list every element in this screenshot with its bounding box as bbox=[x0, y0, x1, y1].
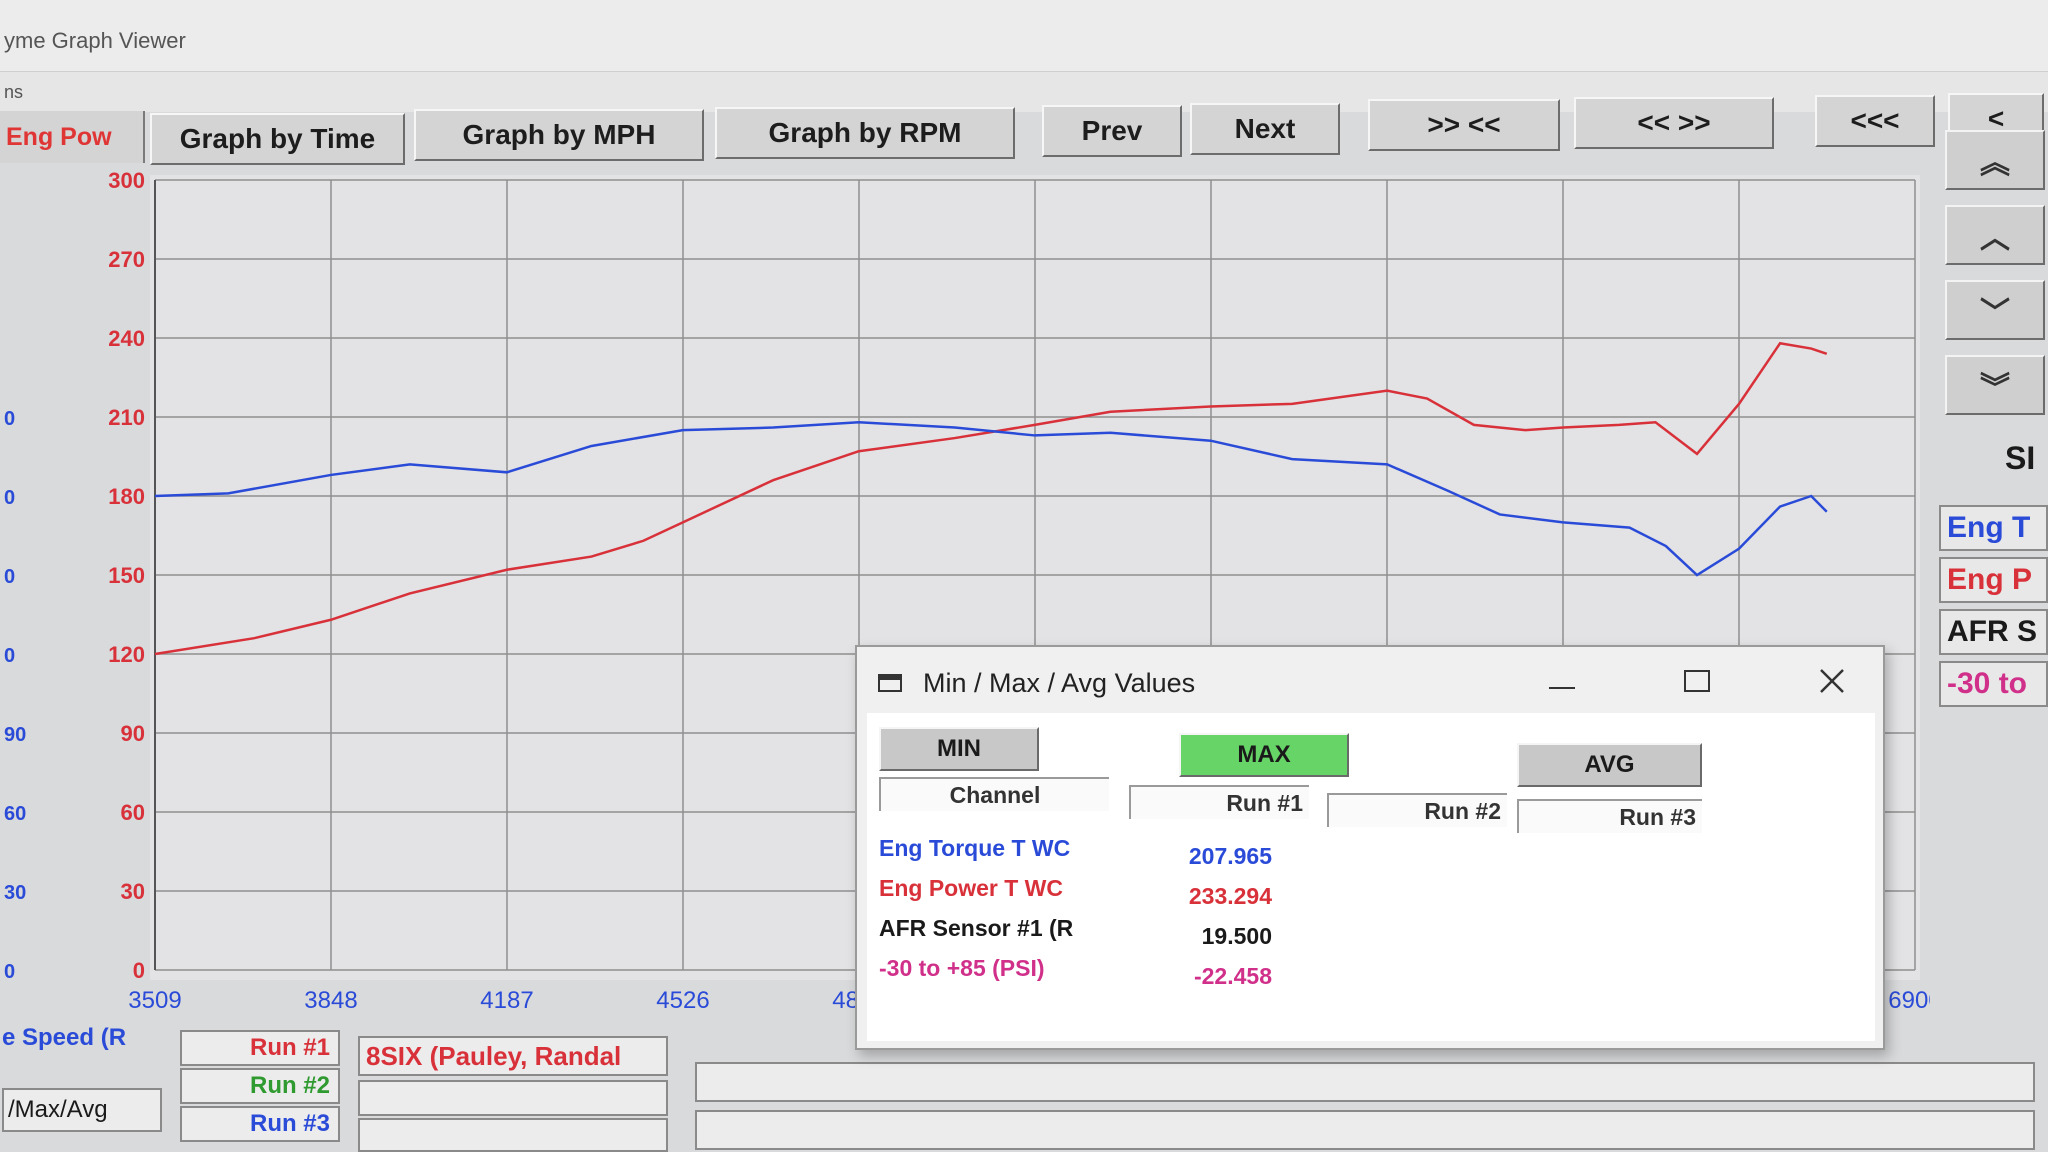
run-notes-field[interactable] bbox=[695, 1062, 2035, 1102]
row-eng-power-name: Eng Power T WC bbox=[879, 875, 1063, 901]
double-chevron-down-icon: ︾ bbox=[1980, 372, 2010, 405]
channel-label-afr[interactable]: AFR S bbox=[1939, 609, 2048, 655]
avg-button[interactable]: AVG bbox=[1517, 743, 1702, 787]
y-tick-label: 240 bbox=[108, 326, 145, 351]
column-header-run-2: Run #2 bbox=[1327, 793, 1507, 827]
min-max-avg-dialog: Min / Max / Avg Values MIN MAX AVG Chann… bbox=[855, 645, 1885, 1050]
y-tick-label: 30 bbox=[121, 879, 145, 904]
y-tick-label: 300 bbox=[108, 168, 145, 193]
y-tick-label: 210 bbox=[108, 405, 145, 430]
row-eng-torque-name: Eng Torque T WC bbox=[879, 835, 1071, 861]
chevron-down-icon: ﹀ bbox=[1980, 297, 2010, 330]
maximize-button[interactable] bbox=[1667, 661, 1727, 701]
y-outer-tick-label: 0 bbox=[4, 961, 15, 983]
tab-eng-power[interactable]: Eng Pow bbox=[0, 111, 145, 163]
column-header-run-3: Run #3 bbox=[1517, 799, 1702, 833]
zoom-in-button[interactable]: >> << bbox=[1368, 99, 1560, 151]
run-3-description[interactable] bbox=[358, 1118, 668, 1152]
dialog-body: MIN MAX AVG Channel Run #1 Run #2 Run #3… bbox=[867, 713, 1875, 1041]
menu-options[interactable]: ns bbox=[4, 82, 23, 103]
double-chevron-up-icon: ︽ bbox=[1980, 147, 2010, 180]
channel-label-torque[interactable]: Eng T bbox=[1939, 505, 2048, 551]
graph-by-rpm-button[interactable]: Graph by RPM bbox=[715, 107, 1015, 159]
row-eng-power-run1: 233.294 bbox=[1188, 883, 1272, 909]
prev-button[interactable]: Prev bbox=[1042, 105, 1182, 157]
minimize-button[interactable] bbox=[1532, 661, 1592, 701]
channel-label-psi[interactable]: -30 to bbox=[1939, 661, 2048, 707]
y-outer-tick-label: 60 bbox=[4, 803, 26, 825]
zoom-out-button[interactable]: << >> bbox=[1574, 97, 1774, 149]
y-outer-axis-ticks: 0 30 60 90 0 0 0 0 bbox=[4, 408, 26, 983]
y-tick-label: 120 bbox=[108, 642, 145, 667]
scroll-bottom-button[interactable]: ︾ bbox=[1945, 355, 2045, 415]
run-notes-field-2[interactable] bbox=[695, 1110, 2035, 1150]
sidebar-header: SI bbox=[2005, 440, 2036, 476]
x-channel-label: e Speed (R bbox=[2, 1024, 127, 1051]
run-1-description[interactable]: 8SIX (Pauley, Randal bbox=[358, 1036, 668, 1076]
window-title: yme Graph Viewer bbox=[4, 28, 186, 53]
dialog-title: Min / Max / Avg Values bbox=[923, 667, 1196, 698]
scroll-top-button[interactable]: ︽ bbox=[1945, 130, 2045, 190]
row-afr-run1: 19.500 bbox=[1201, 923, 1272, 949]
max-button[interactable]: MAX bbox=[1179, 733, 1349, 777]
graph-by-mph-button[interactable]: Graph by MPH bbox=[414, 109, 704, 161]
scroll-up-button[interactable]: ︿ bbox=[1945, 205, 2045, 265]
column-header-channel: Channel bbox=[879, 777, 1109, 811]
row-psi-name: -30 to +85 (PSI) bbox=[879, 955, 1045, 981]
y-axis-ticks: 0 30 60 90 120 150 180 210 240 270 300 bbox=[108, 168, 145, 983]
right-sidebar: ︽ ︿ ﹀ ︾ SI Eng T Eng P AFR S -30 to bbox=[1935, 120, 2048, 720]
y-outer-tick-label: 0 bbox=[4, 566, 15, 588]
run-1-label[interactable]: Run #1 bbox=[180, 1030, 340, 1066]
y-outer-tick-label: 30 bbox=[4, 882, 26, 904]
scroll-far-left-button[interactable]: <<< bbox=[1815, 95, 1935, 147]
row-afr-name: AFR Sensor #1 (R bbox=[879, 915, 1074, 941]
y-tick-label: 270 bbox=[108, 247, 145, 272]
close-button[interactable] bbox=[1802, 661, 1862, 701]
toolbar: Eng Pow Graph by Time Graph by MPH Graph… bbox=[0, 93, 2048, 165]
run-2-description[interactable] bbox=[358, 1080, 668, 1116]
y-tick-label: 0 bbox=[133, 958, 145, 983]
minimize-icon bbox=[1549, 687, 1575, 689]
column-header-run-1: Run #1 bbox=[1129, 785, 1309, 819]
y-outer-tick-label: 90 bbox=[4, 724, 26, 746]
row-psi-run1: -22.458 bbox=[1193, 963, 1272, 989]
y-tick-label: 90 bbox=[121, 721, 145, 746]
next-button[interactable]: Next bbox=[1190, 103, 1340, 155]
close-icon bbox=[1820, 669, 1844, 693]
row-eng-torque-run1: 207.965 bbox=[1188, 843, 1272, 869]
title-bar: yme Graph Viewer bbox=[0, 0, 2048, 72]
run-2-label[interactable]: Run #2 bbox=[180, 1068, 340, 1104]
y-outer-tick-label: 0 bbox=[4, 408, 15, 430]
min-button[interactable]: MIN bbox=[879, 727, 1039, 771]
y-outer-tick-label: 0 bbox=[4, 645, 15, 667]
dialog-title-bar[interactable]: Min / Max / Avg Values bbox=[877, 663, 1195, 703]
graph-by-time-button[interactable]: Graph by Time bbox=[150, 113, 405, 165]
minmax-avg-button[interactable]: /Max/Avg bbox=[2, 1088, 162, 1132]
channel-label-power[interactable]: Eng P bbox=[1939, 557, 2048, 603]
chevron-up-icon: ︿ bbox=[1980, 222, 2010, 255]
y-tick-label: 150 bbox=[108, 563, 145, 588]
run-3-label[interactable]: Run #3 bbox=[180, 1106, 340, 1142]
scroll-down-button[interactable]: ﹀ bbox=[1945, 280, 2045, 340]
y-outer-tick-label: 0 bbox=[4, 487, 15, 509]
y-tick-label: 180 bbox=[108, 484, 145, 509]
y-tick-label: 60 bbox=[121, 800, 145, 825]
window-icon bbox=[878, 674, 902, 692]
maximize-icon bbox=[1684, 670, 1710, 692]
